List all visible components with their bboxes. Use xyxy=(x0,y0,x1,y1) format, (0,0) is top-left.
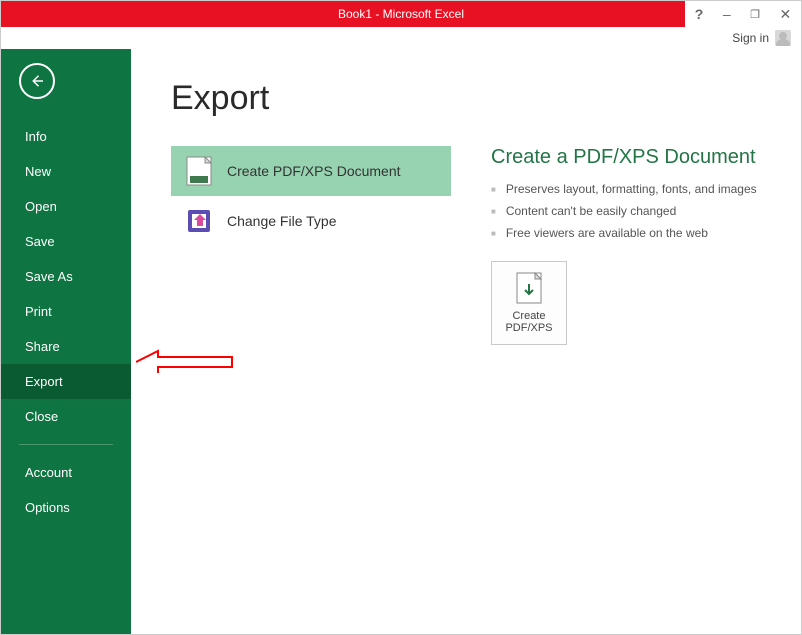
content-area: Export Create PDF/XPS Document Change Fil… xyxy=(131,49,801,634)
pdf-icon xyxy=(185,157,213,185)
document-arrow-icon xyxy=(516,272,542,304)
minimize-icon[interactable]: – xyxy=(723,6,731,22)
export-detail-panel: Create a PDF/XPS Document Preserves layo… xyxy=(491,146,761,345)
export-option-label: Change File Type xyxy=(227,213,336,229)
sidebar-item-save[interactable]: Save xyxy=(1,224,131,259)
sidebar-item-account[interactable]: Account xyxy=(1,455,131,490)
filetype-icon xyxy=(185,207,213,235)
detail-bullet: Preserves layout, formatting, fonts, and… xyxy=(491,179,761,201)
sidebar-item-info[interactable]: Info xyxy=(1,119,131,154)
sidebar-item-open[interactable]: Open xyxy=(1,189,131,224)
export-option-change-file-type[interactable]: Change File Type xyxy=(171,196,451,246)
help-icon[interactable]: ? xyxy=(695,6,704,22)
close-icon[interactable]: ✕ xyxy=(779,6,791,23)
sidebar-item-export[interactable]: Export xyxy=(1,364,131,399)
export-options-list: Create PDF/XPS Document Change File Type xyxy=(171,146,451,345)
detail-bullet: Content can't be easily changed xyxy=(491,201,761,223)
window-title: Book1 - Microsoft Excel xyxy=(338,7,464,21)
detail-heading: Create a PDF/XPS Document xyxy=(491,146,761,169)
backstage-sidebar: InfoNewOpenSaveSave AsPrintShareExportCl… xyxy=(1,49,131,634)
detail-bullet-list: Preserves layout, formatting, fonts, and… xyxy=(491,179,761,245)
page-title: Export xyxy=(171,79,761,118)
signin-row: Sign in xyxy=(1,27,801,49)
titlebar: Book1 - Microsoft Excel ? – ❐ ✕ xyxy=(1,1,801,27)
sidebar-item-options[interactable]: Options xyxy=(1,490,131,525)
sidebar-item-new[interactable]: New xyxy=(1,154,131,189)
sidebar-item-print[interactable]: Print xyxy=(1,294,131,329)
restore-icon[interactable]: ❐ xyxy=(750,8,760,21)
window-controls: ? – ❐ ✕ xyxy=(685,1,801,27)
signin-link[interactable]: Sign in xyxy=(732,31,769,45)
arrow-left-icon xyxy=(28,72,46,90)
export-option-label: Create PDF/XPS Document xyxy=(227,163,401,179)
create-btn-label-2: PDF/XPS xyxy=(505,322,552,334)
detail-bullet: Free viewers are available on the web xyxy=(491,223,761,245)
sidebar-item-save-as[interactable]: Save As xyxy=(1,259,131,294)
sidebar-divider xyxy=(19,444,113,445)
sidebar-item-close[interactable]: Close xyxy=(1,399,131,434)
create-pdf-xps-button[interactable]: Create PDF/XPS xyxy=(491,261,567,345)
sidebar-item-share[interactable]: Share xyxy=(1,329,131,364)
export-option-create-pdf-xps-document[interactable]: Create PDF/XPS Document xyxy=(171,146,451,196)
back-button[interactable] xyxy=(19,63,55,99)
create-btn-label-1: Create xyxy=(505,310,552,322)
avatar-icon[interactable] xyxy=(775,30,791,46)
